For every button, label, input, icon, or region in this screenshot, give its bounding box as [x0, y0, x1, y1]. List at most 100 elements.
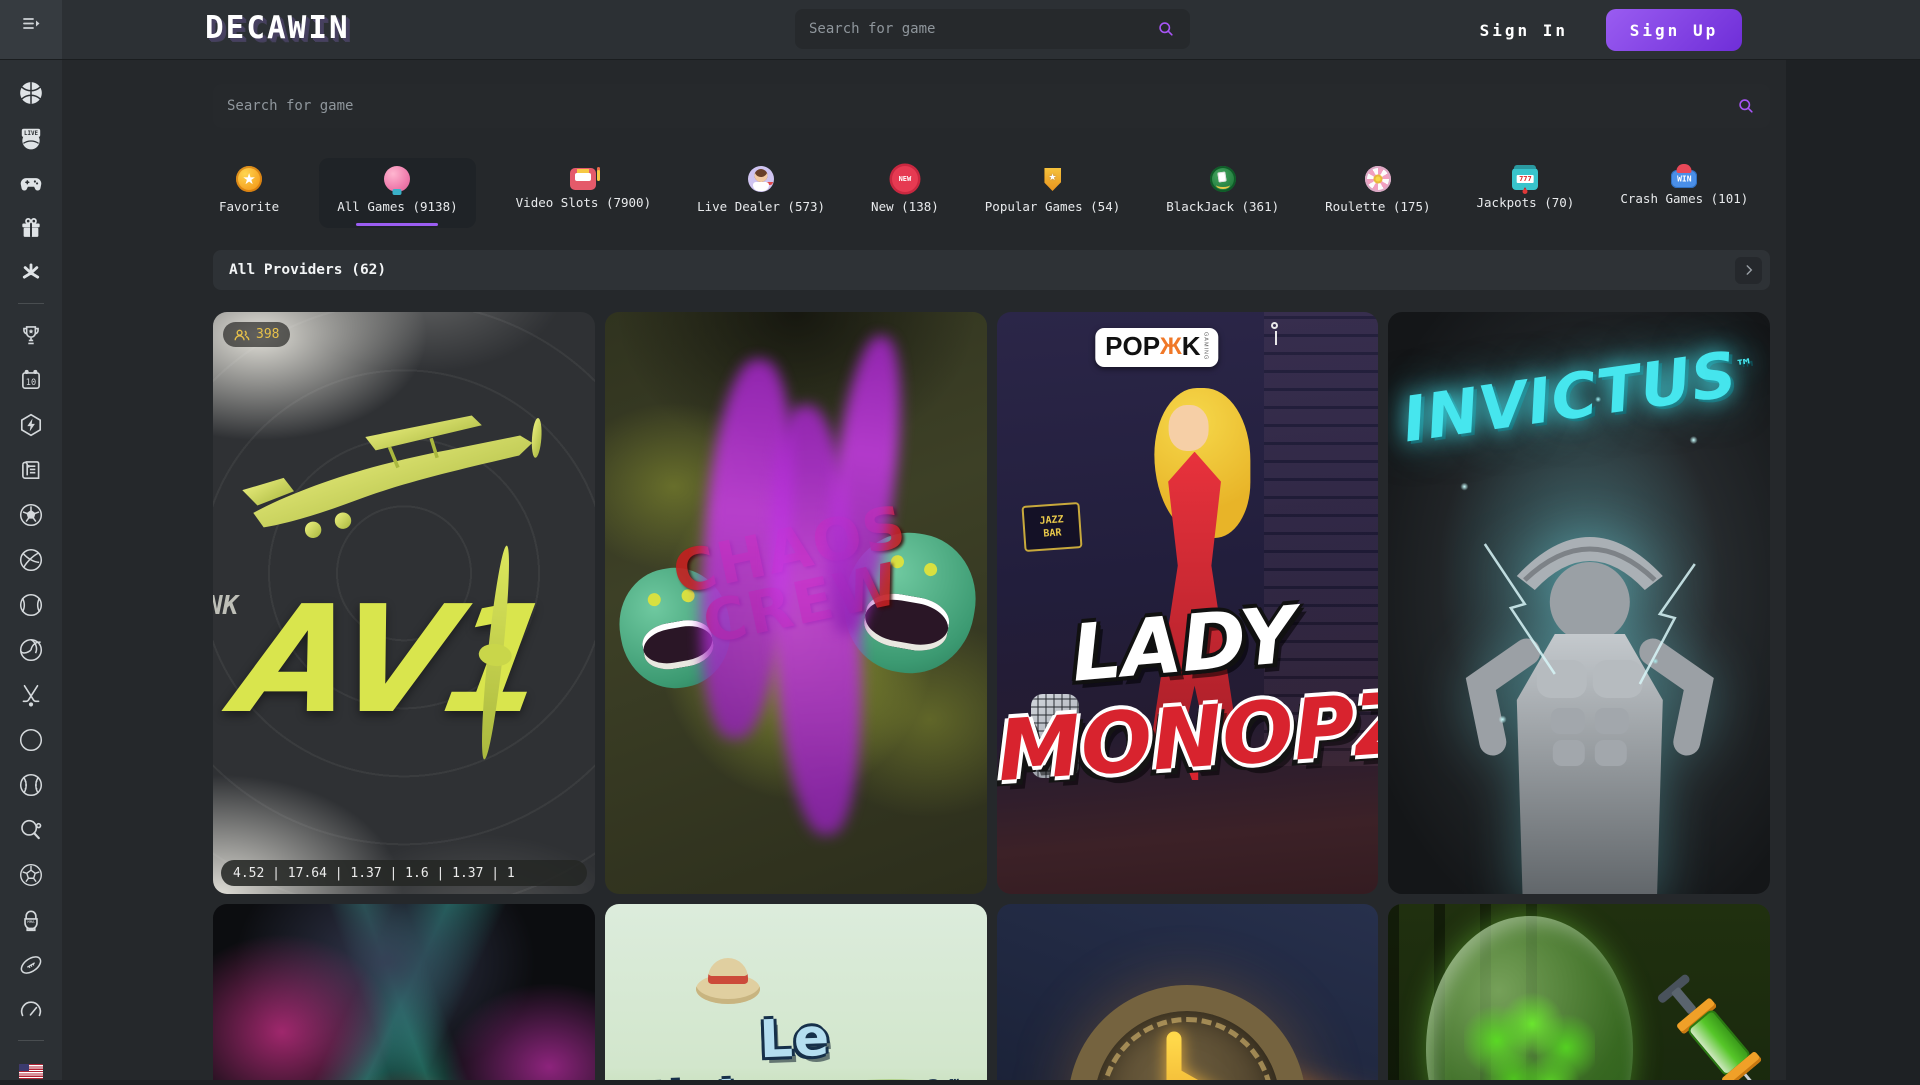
jazz-bar-sign: JAZZ BAR — [1022, 502, 1083, 552]
ice-hockey-icon[interactable] — [18, 682, 44, 708]
hamburger-expand-icon — [19, 12, 43, 36]
volleyball-icon[interactable] — [18, 637, 44, 663]
futsal-honeycomb-icon[interactable] — [18, 862, 44, 888]
app-logo[interactable]: DECAWIN — [205, 10, 350, 46]
mma-glove-icon[interactable]: MMA — [18, 907, 44, 933]
game-tile-le-fisherman[interactable]: Le Fisherman™ — [605, 904, 987, 1080]
basketball-icon[interactable] — [18, 80, 44, 106]
category-tab-all-games[interactable]: All Games (9138) — [319, 158, 475, 228]
brain-art — [1464, 985, 1596, 1080]
monster-face-art — [610, 559, 739, 696]
paint-splash-art — [762, 403, 870, 837]
game-title-line1: LADY — [997, 590, 1374, 700]
category-tab-jackpots[interactable]: 777 Jackpots (70) — [1471, 158, 1581, 228]
header-search-placeholder: Search for game — [809, 21, 1156, 37]
results-betslip-icon[interactable] — [18, 457, 44, 483]
auth-area: Sign In Sign Up — [1480, 0, 1742, 60]
dealer-icon — [748, 166, 774, 192]
prison-bars-art — [1388, 904, 1571, 1080]
game-tile-lady-monopz[interactable]: JAZZ BAR POPЖK GAMING LADY MONOPZ — [997, 312, 1379, 894]
providers-expand-button[interactable] — [1735, 257, 1762, 284]
grunge-art — [605, 312, 987, 894]
baseball-icon[interactable] — [18, 772, 44, 798]
header-search-input[interactable]: Search for game — [795, 9, 1190, 49]
brain-dome-art — [1426, 916, 1632, 1080]
gift-promotions-icon[interactable] — [18, 215, 44, 241]
game-tile-avi[interactable]: NK AV1 398 4.52 | 17.64 | 1.37 | 1.6 | 1… — [213, 312, 595, 894]
sidebar-divider — [18, 303, 44, 304]
category-tab-blackjack[interactable]: BlackJack (361) — [1160, 158, 1285, 228]
table-tennis-icon[interactable] — [18, 817, 44, 843]
svg-text:MMA: MMA — [27, 919, 35, 924]
biplane-art — [224, 399, 584, 564]
lady-art — [1183, 754, 1199, 780]
ball-icon[interactable] — [18, 727, 44, 753]
lady-art — [1155, 388, 1251, 538]
game-tile-chaos-crew[interactable]: CHAOSCREW — [605, 312, 987, 894]
game-title: CHAOSCREW — [605, 483, 987, 670]
propeller-art — [477, 545, 514, 760]
sign-in-button[interactable]: Sign In — [1480, 21, 1568, 40]
american-football-icon[interactable] — [18, 952, 44, 978]
search-icon[interactable] — [1736, 96, 1756, 116]
esports-controller-icon[interactable] — [18, 170, 44, 196]
new-badge-icon: NEW — [892, 166, 918, 192]
calendar-icon[interactable]: 10 — [18, 367, 44, 393]
players-count: 398 — [256, 327, 279, 342]
soccer-icon[interactable] — [18, 502, 44, 528]
thurisaz-rune-icon — [1094, 1011, 1280, 1080]
game-title: Le Fisherman™ — [605, 1002, 987, 1080]
paint-splash-art — [816, 333, 912, 638]
psychedelic-art — [213, 904, 595, 1080]
game-search-input[interactable]: Search for game — [213, 84, 1770, 128]
category-tab-crash-games[interactable]: WIN Crash Games (101) — [1614, 158, 1754, 228]
category-tabs: Favorite All Games (9138) Video Slots (7… — [213, 158, 1770, 228]
quick-games-bolt-icon[interactable] — [18, 412, 44, 438]
game-grid: NK AV1 398 4.52 | 17.64 | 1.37 | 1.6 | 1… — [213, 312, 1770, 1080]
category-tab-video-slots[interactable]: Video Slots (7900) — [510, 158, 657, 228]
sparks-art — [1388, 312, 1770, 894]
basketball-outline-icon[interactable] — [18, 547, 44, 573]
category-tab-new[interactable]: NEW New (138) — [865, 158, 945, 228]
svg-text:10: 10 — [26, 377, 36, 387]
sign-up-button[interactable]: Sign Up — [1606, 9, 1742, 51]
main-area: Search for game Favorite All Games (9138… — [62, 60, 1786, 1080]
game-title: AV1 — [227, 586, 557, 734]
language-us-flag-icon[interactable] — [18, 1059, 44, 1085]
game-tile-invictus[interactable]: INVICTUS™ — [1388, 312, 1770, 894]
category-tab-roulette[interactable]: Roulette (175) — [1319, 158, 1436, 228]
tennis-icon[interactable] — [18, 592, 44, 618]
game-title-line2: MONOPZ — [997, 683, 1379, 793]
live-betting-icon[interactable]: LIVE — [18, 125, 44, 151]
sidebar-divider — [18, 1040, 44, 1041]
win-badge-icon: WIN — [1671, 170, 1697, 188]
all-providers-bar[interactable]: All Providers (62) — [213, 250, 1770, 290]
clouds-art — [213, 312, 595, 894]
game-tile-abstract-art[interactable] — [213, 904, 595, 1080]
category-tab-favorite[interactable]: Favorite — [213, 158, 285, 228]
tournaments-trophy-icon[interactable] — [18, 322, 44, 348]
category-tab-live-dealer[interactable]: Live Dealer (573) — [691, 158, 831, 228]
game-tile-thurkaz[interactable]: THURKAZ — [997, 904, 1379, 1080]
paint-splash-art — [691, 356, 803, 741]
statue-art — [1455, 484, 1725, 894]
roulette-wheel-icon — [1365, 166, 1391, 192]
jackpot-machine-icon: 777 — [1512, 168, 1538, 190]
radar-rings-art — [213, 312, 595, 894]
category-tab-popular-games[interactable]: Popular Games (54) — [979, 158, 1126, 228]
slot-machine-icon — [570, 168, 596, 190]
brick-wall-art — [1264, 312, 1379, 766]
recent-multipliers-bar: 4.52 | 17.64 | 1.37 | 1.6 | 1.37 | 1 — [221, 860, 587, 886]
microphone-art — [1031, 694, 1079, 778]
sidebar-toggle-button[interactable] — [0, 0, 62, 59]
rune-stone-disc-art — [1068, 985, 1306, 1080]
lady-art — [1169, 405, 1209, 451]
virtual-sports-jacks-icon[interactable] — [18, 260, 44, 286]
game-tile-croc-lab[interactable] — [1388, 904, 1770, 1080]
monster-face-art — [834, 523, 986, 683]
mic-stand-icon — [1271, 322, 1278, 329]
fire-streak-art — [1125, 1041, 1379, 1080]
search-icon[interactable] — [1156, 19, 1176, 39]
top-header: DECAWIN Search for game Sign In Sign Up — [0, 0, 1920, 60]
motorsport-speedometer-icon[interactable] — [18, 997, 44, 1023]
